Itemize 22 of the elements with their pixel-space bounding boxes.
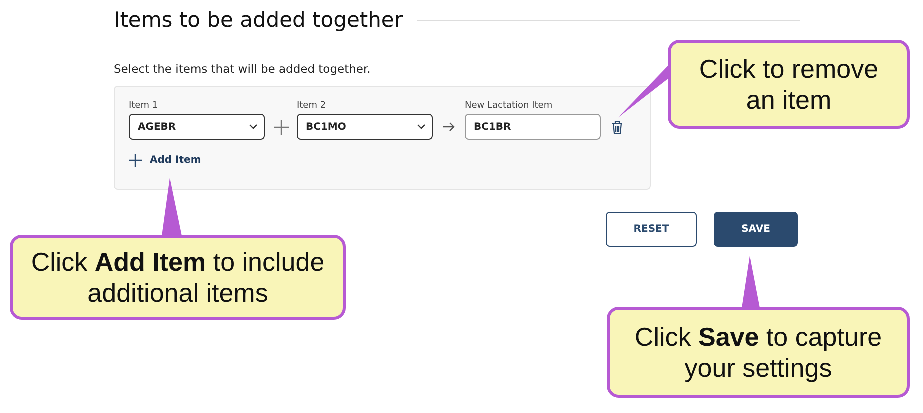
callout-pointer — [162, 178, 182, 236]
arrow-right-icon — [443, 122, 455, 132]
callout-note: Click to remove an item — [668, 40, 910, 129]
section-description: Select the items that will be added together. — [114, 62, 371, 76]
save-button[interactable]: SAVE — [714, 212, 798, 247]
callout-note: Click Add Item to include additional items — [10, 235, 346, 320]
field-label: Item 2 — [297, 101, 328, 111]
field-label: Item 1 — [129, 101, 160, 111]
add-item-link[interactable]: Add Item — [150, 155, 202, 166]
field-label: New Lactation Item — [465, 101, 554, 111]
reset-button[interactable]: RESET — [606, 212, 697, 247]
item-field[interactable]: BC1BR — [465, 114, 601, 140]
item-select[interactable]: AGEBR — [129, 114, 265, 140]
chevron-down-icon — [249, 124, 258, 130]
section-title: Items to be added together — [114, 8, 403, 32]
plus-icon — [274, 120, 288, 134]
trash-icon[interactable] — [612, 120, 622, 134]
chevron-down-icon — [417, 124, 426, 130]
plus-icon — [129, 154, 142, 167]
callout-note: Click Save to capture your settings — [607, 307, 910, 398]
callout-pointer — [742, 256, 760, 308]
item-select[interactable]: BC1MO — [297, 114, 433, 140]
